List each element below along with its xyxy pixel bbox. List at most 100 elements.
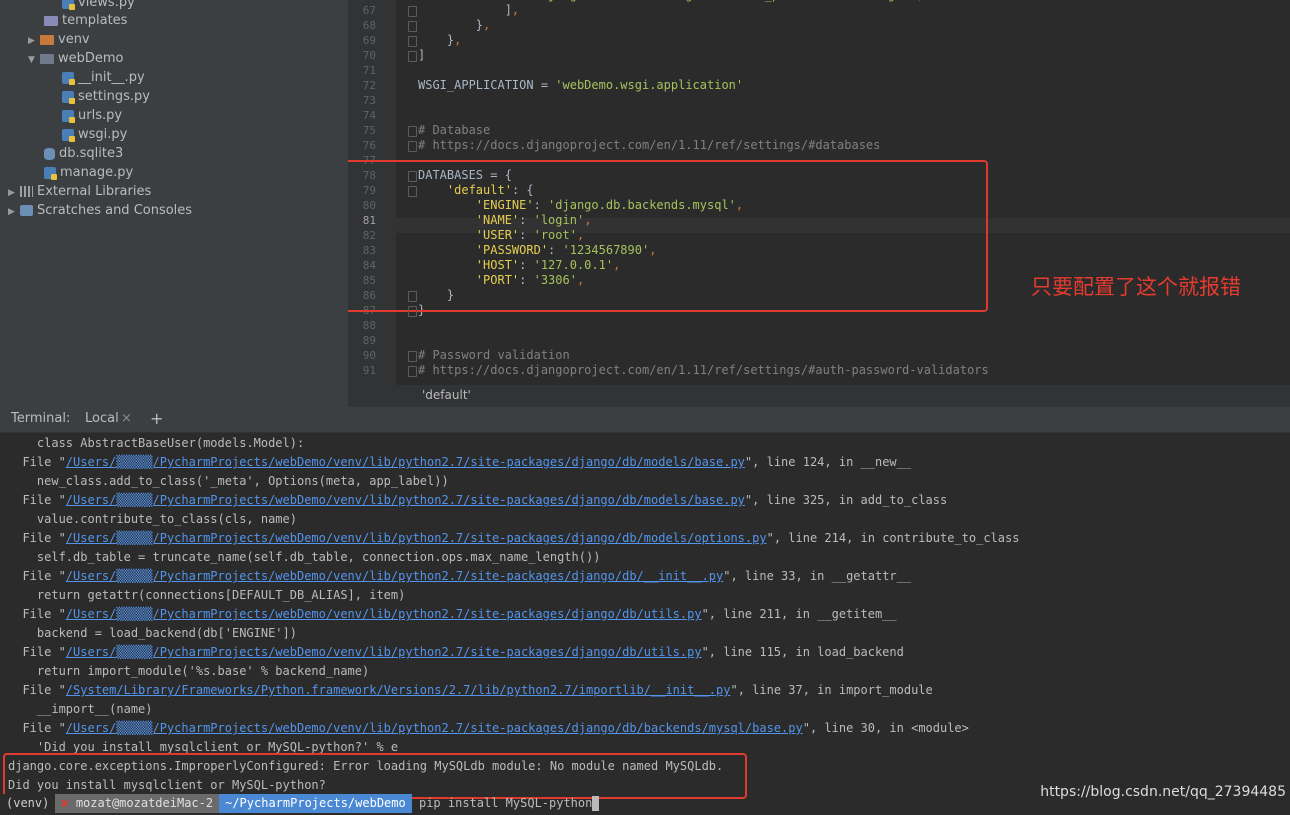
tree-item-external-libraries[interactable]: ▶ External Libraries (8, 182, 151, 201)
console-icon (20, 205, 33, 216)
breadcrumb[interactable]: 'default' (348, 385, 1290, 407)
line-number: 72 (362, 79, 376, 92)
code-line[interactable]: # https://docs.djangoproject.com/en/1.11… (418, 363, 989, 378)
tree-item-urls-py[interactable]: urls.py (62, 106, 122, 125)
terminal-line: File "/Users/▒▒▒▒▒/PycharmProjects/webDe… (8, 721, 969, 735)
code-line[interactable]: ], (418, 3, 519, 18)
terminal-line: value.contribute_to_class(cls, name) (8, 512, 297, 526)
fold-marker-icon[interactable] (408, 21, 417, 32)
prompt-venv: (venv) (0, 794, 56, 813)
database-icon (44, 147, 55, 160)
highlight-box-error (3, 753, 747, 799)
file-path-link[interactable]: /Users/▒▒▒▒▒/PycharmProjects/webDemo/ven… (66, 645, 702, 659)
prompt-path: ~/PycharmProjects/webDemo (219, 794, 412, 813)
tree-item-settings-py[interactable]: settings.py (62, 87, 150, 106)
prompt-user: ✘ mozat@mozatdeiMac-2 (55, 794, 220, 813)
terminal-line: __import__(name) (8, 702, 153, 716)
terminal-panel[interactable]: Terminal: Local × + class AbstractBaseUs… (0, 407, 1290, 815)
code-line[interactable]: # Password validation (418, 348, 570, 363)
fold-marker-icon[interactable] (408, 36, 417, 47)
file-path-link[interactable]: /Users/▒▒▒▒▒/PycharmProjects/webDemo/ven… (66, 569, 723, 583)
expand-arrow-icon[interactable]: ▶ (8, 203, 20, 222)
python-file-icon (62, 0, 75, 10)
file-path-link[interactable]: /Users/▒▒▒▒▒/PycharmProjects/webDemo/ven… (66, 493, 745, 507)
code-line[interactable]: # https://docs.djangoproject.com/en/1.11… (418, 138, 880, 153)
line-number: 70 (362, 49, 376, 62)
tree-item-webdemo[interactable]: ▼ webDemo (28, 49, 124, 68)
terminal-line: class AbstractBaseUser(models.Model): (8, 436, 305, 450)
fold-marker-icon[interactable] (408, 306, 417, 317)
highlight-box-databases (348, 160, 988, 312)
terminal-line: new_class.add_to_class('_meta', Options(… (8, 474, 449, 488)
fold-marker-icon[interactable] (408, 171, 417, 182)
tree-item-wsgi-py[interactable]: wsgi.py (62, 125, 127, 144)
add-tab-icon[interactable]: + (150, 409, 163, 428)
code-line[interactable]: ] (418, 48, 425, 63)
file-path-link[interactable]: /Users/▒▒▒▒▒/PycharmProjects/webDemo/ven… (66, 721, 803, 735)
line-number: 74 (362, 109, 376, 122)
terminal-tab-bar: Terminal: Local × + (0, 407, 1290, 433)
fold-marker-icon[interactable] (408, 366, 417, 377)
python-file-icon (62, 128, 75, 142)
project-tree-panel: views.py templates ▶ venv ▼ webDemo __init… (0, 0, 348, 407)
code-line[interactable]: }, (418, 18, 490, 33)
line-number: 89 (362, 334, 376, 347)
python-file-icon (44, 166, 57, 180)
tree-item-templates[interactable]: templates (44, 11, 127, 30)
terminal-title: Terminal: (11, 411, 71, 426)
fold-marker-icon[interactable] (408, 291, 417, 302)
watermark: https://blog.csdn.net/qq_27394485 (1040, 784, 1286, 800)
line-number: 73 (362, 94, 376, 107)
folder-icon (44, 15, 58, 26)
fold-marker-icon[interactable] (408, 351, 417, 362)
terminal-line: File "/Users/▒▒▒▒▒/PycharmProjects/webDe… (8, 569, 912, 583)
close-tab-icon[interactable]: × (121, 411, 132, 426)
tab-local[interactable]: Local (85, 411, 119, 426)
terminal-line: File "/Users/▒▒▒▒▒/PycharmProjects/webDe… (8, 645, 904, 659)
tree-item-manage-py[interactable]: manage.py (44, 163, 133, 182)
tree-item-scratches[interactable]: ▶ Scratches and Consoles (8, 201, 192, 220)
code-editor[interactable]: 6667686970717273747576777879808182838485… (348, 0, 1290, 407)
line-number: 88 (362, 319, 376, 332)
prompt-command[interactable]: pip install MySQL-python (419, 796, 592, 810)
terminal-line: File "/Users/▒▒▒▒▒/PycharmProjects/webDe… (8, 493, 948, 507)
line-number: 91 (362, 364, 376, 377)
error-status-icon: ✘ (61, 796, 69, 810)
annotation-text: 只要配置了这个就报错 (1031, 275, 1241, 299)
terminal-line: File "/System/Library/Frameworks/Python.… (8, 683, 933, 697)
folder-icon (40, 34, 54, 45)
python-file-icon (62, 109, 75, 123)
file-path-link[interactable]: /Users/▒▒▒▒▒/PycharmProjects/webDemo/ven… (66, 455, 745, 469)
tree-item-venv[interactable]: ▶ venv (28, 30, 90, 49)
line-number: 67 (362, 4, 376, 17)
code-line[interactable]: WSGI_APPLICATION = 'webDemo.wsgi.applica… (418, 78, 743, 93)
python-file-icon (62, 90, 75, 104)
collapse-arrow-icon[interactable]: ▼ (28, 51, 40, 70)
library-icon (20, 186, 33, 197)
terminal-line: File "/Users/▒▒▒▒▒/PycharmProjects/webDe… (8, 455, 912, 469)
file-path-link[interactable]: /Users/▒▒▒▒▒/PycharmProjects/webDemo/ven… (66, 607, 702, 621)
terminal-prompt[interactable]: (venv) ✘ mozat@mozatdeiMac-2 ~/PycharmProj… (0, 794, 600, 813)
terminal-line: return import_module('%s.base' % backend… (8, 664, 370, 678)
line-number: 76 (362, 139, 376, 152)
line-number: 75 (362, 124, 376, 137)
file-path-link[interactable]: /Users/▒▒▒▒▒/PycharmProjects/webDemo/ven… (66, 531, 767, 545)
file-path-link[interactable]: /System/Library/Frameworks/Python.framew… (66, 683, 731, 697)
fold-marker-icon[interactable] (408, 186, 417, 197)
fold-marker-icon[interactable] (408, 6, 417, 17)
fold-marker-icon[interactable] (408, 141, 417, 152)
fold-marker-icon[interactable] (408, 51, 417, 62)
line-number: 69 (362, 34, 376, 47)
tree-item-init-py[interactable]: __init__.py (62, 68, 145, 87)
terminal-line: File "/Users/▒▒▒▒▒/PycharmProjects/webDe… (8, 531, 1020, 545)
tree-item-db-sqlite3[interactable]: db.sqlite3 (44, 144, 123, 163)
line-number: 71 (362, 64, 376, 77)
code-line[interactable]: }, (418, 33, 461, 48)
line-number: 68 (362, 19, 376, 32)
fold-marker-icon[interactable] (408, 126, 417, 137)
terminal-line: return getattr(connections[DEFAULT_DB_AL… (8, 588, 406, 602)
code-line[interactable]: # Database (418, 123, 490, 138)
terminal-line: File "/Users/▒▒▒▒▒/PycharmProjects/webDe… (8, 607, 897, 621)
text-cursor (592, 796, 600, 811)
terminal-line: self.db_table = truncate_name(self.db_ta… (8, 550, 601, 564)
